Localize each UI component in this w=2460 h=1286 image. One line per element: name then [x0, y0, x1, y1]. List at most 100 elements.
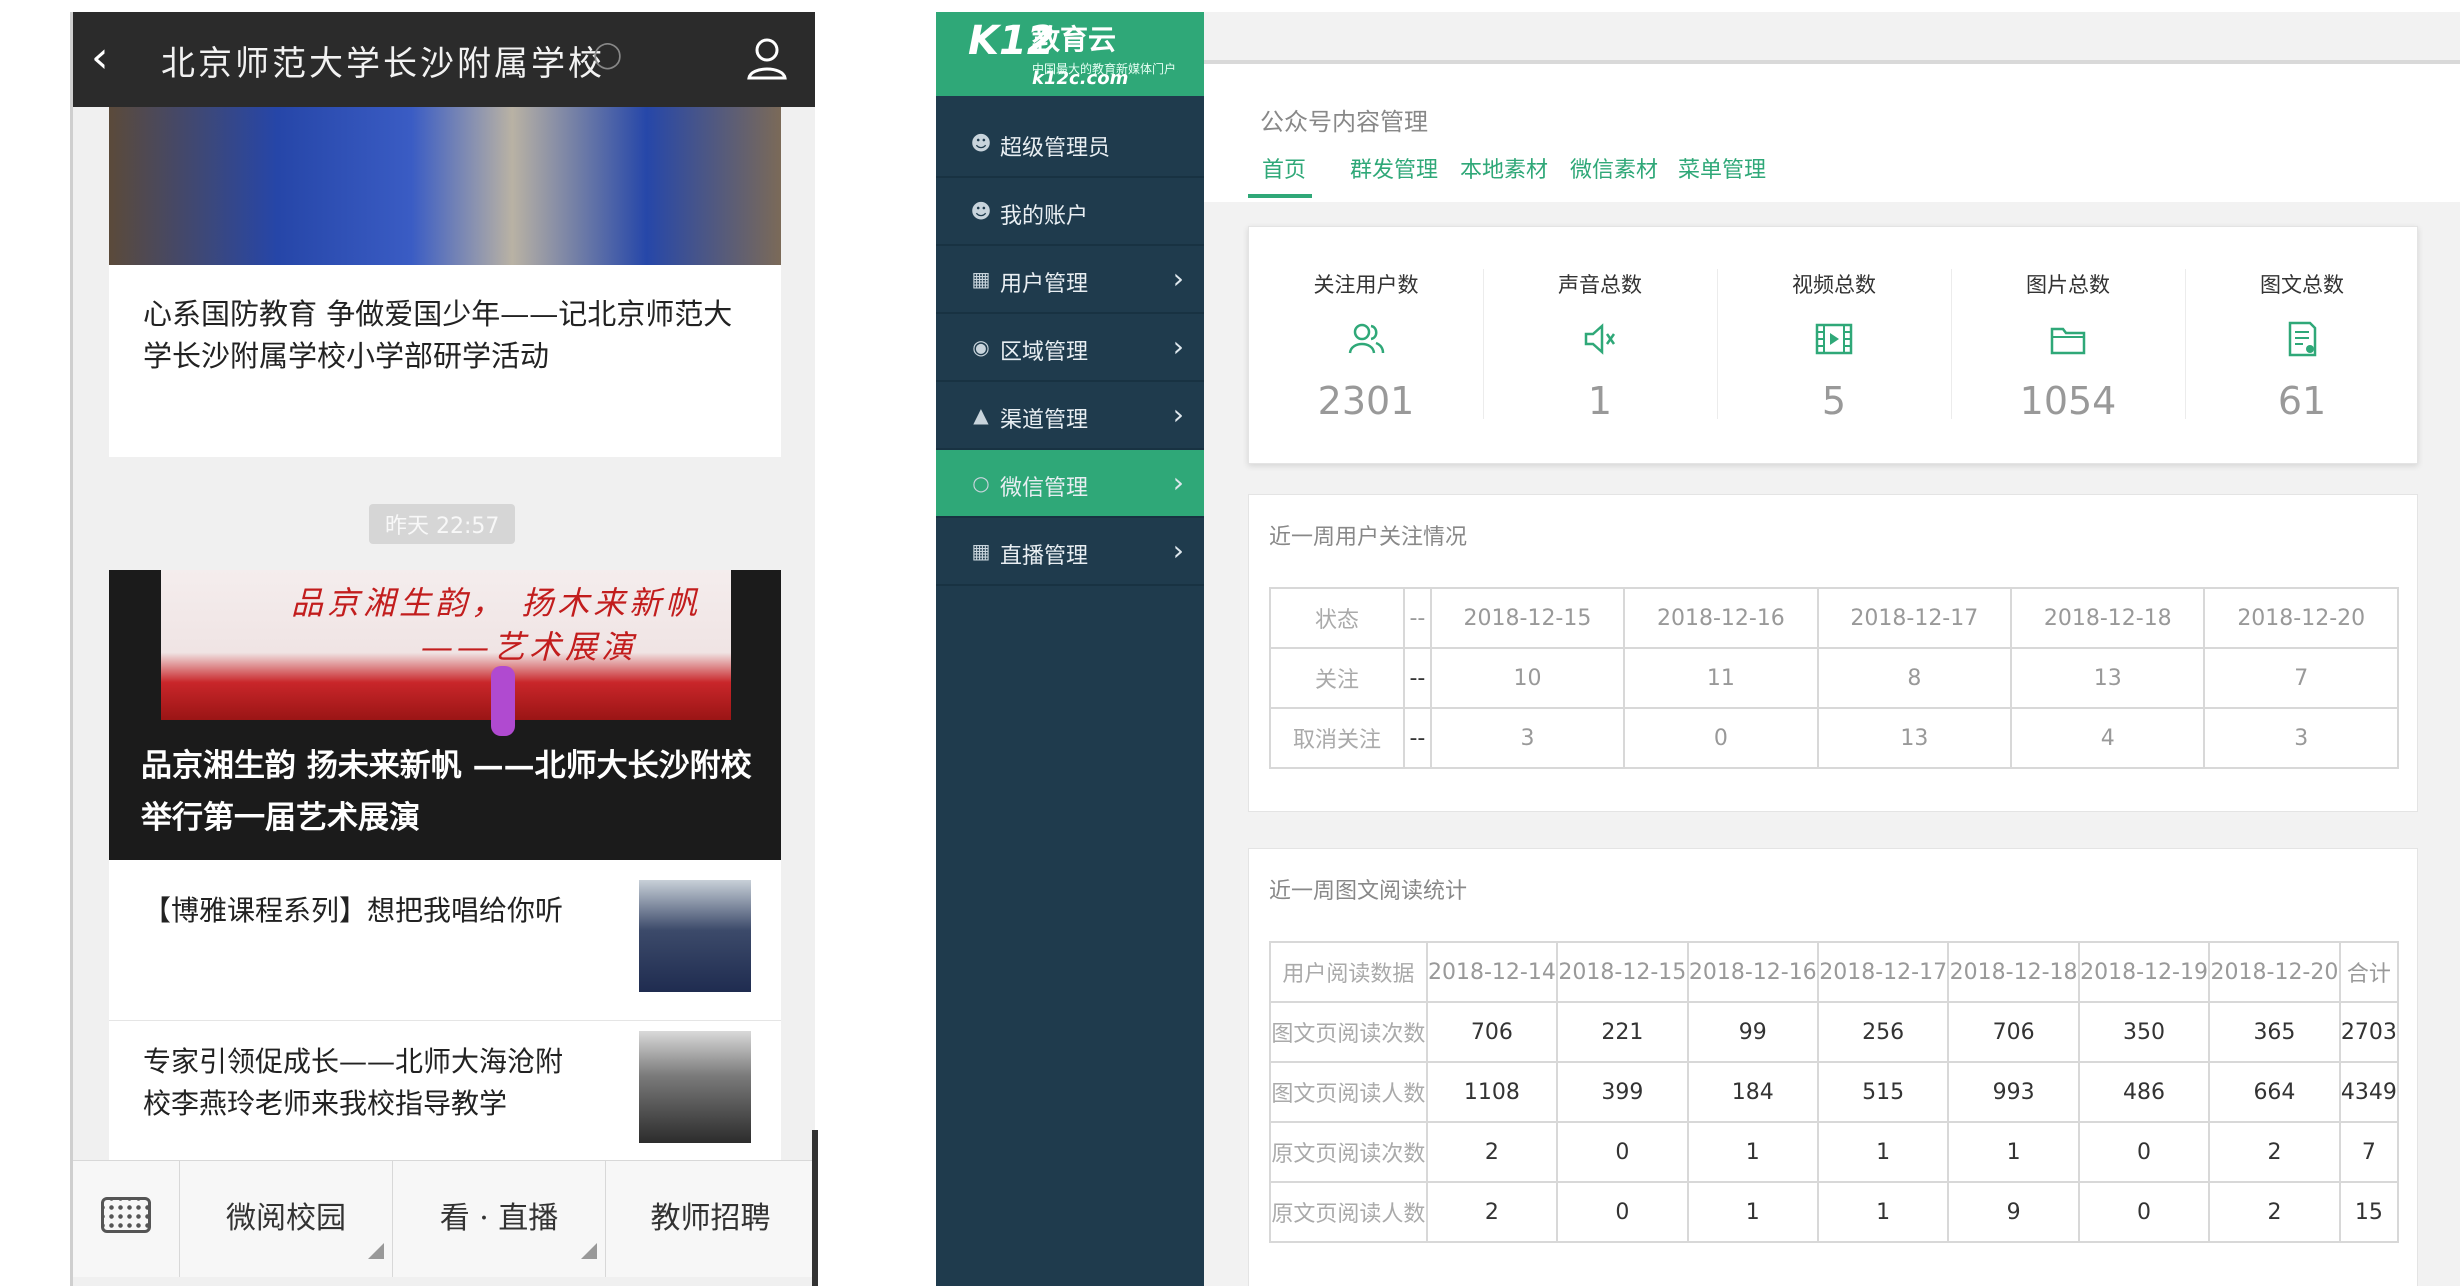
table-cell: 0 — [1556, 1181, 1689, 1243]
page-title: 公众号内容管理 — [1260, 108, 1428, 136]
users-icon — [1348, 323, 1385, 354]
table-cell: 486 — [2077, 1061, 2211, 1123]
stat-video: 视频总数 5 — [1792, 273, 1876, 423]
grid-icon: ▦ — [971, 267, 991, 291]
list-item[interactable]: 【博雅课程系列】想把我唱给你听 — [109, 870, 781, 1020]
account-menu-bar: 微阅校园 看 · 直播 教师招聘 — [73, 1160, 815, 1277]
table-cell: 9 — [1947, 1181, 2080, 1243]
tab-mass-send[interactable]: 群发管理 — [1350, 152, 1438, 184]
table-row: 原文页阅读人数 2 0 1 1 9 0 2 15 — [1269, 1181, 2400, 1243]
table-cell: 706 — [1947, 1001, 2080, 1063]
menu-tab-recruit[interactable]: 教师招聘 — [606, 1161, 815, 1277]
table-cell: 0 — [2077, 1181, 2211, 1243]
sidebar-item-super-admin[interactable]: ☻ 超级管理员 — [936, 110, 1204, 178]
stat-articles: 图文总数 61 — [2260, 273, 2344, 423]
tab-menu-management[interactable]: 菜单管理 — [1678, 152, 1766, 184]
article-card[interactable]: 心系国防教育 争做爱国少年——记北京师范大学长沙附属学校小学部研学活动 — [109, 107, 781, 457]
logo-name: 教育云 k12c.com — [1032, 23, 1129, 89]
keyboard-toggle-button[interactable] — [73, 1161, 180, 1277]
sidebar: K12 教育云 k12c.com 中国最大的教育新媒体门户 ☻ 超级管理员 ☻ … — [936, 12, 1204, 1286]
table-cell: 2 — [2208, 1121, 2341, 1183]
column-header: 合计 — [2338, 941, 2400, 1003]
table-cell: 664 — [2208, 1061, 2341, 1123]
reading-table: 用户阅读数据 2018-12-14 2018-12-15 2018-12-16 … — [1269, 941, 2400, 1243]
list-item-title: 【博雅课程系列】想把我唱给你听 — [143, 894, 564, 927]
section-title: 近一周图文阅读统计 — [1269, 879, 1468, 904]
table-cell: 3 — [1429, 707, 1626, 769]
submenu-indicator-icon — [581, 1243, 597, 1259]
timestamp-badge: 昨天 22:57 — [369, 504, 516, 544]
column-header: 2018-12-15 — [1429, 587, 1626, 649]
weekly-follow-panel: 近一周用户关注情况 状态 -- 2018-12-15 2018-12-16 20… — [1248, 494, 2418, 812]
folder-icon — [2050, 327, 2086, 355]
table-cell: 2703 — [2338, 1001, 2400, 1063]
table-row: 图文页阅读人数 1108 399 184 515 993 486 664 434… — [1269, 1061, 2400, 1123]
table-cell: 1 — [1947, 1121, 2080, 1183]
column-header: 用户阅读数据 — [1269, 941, 1428, 1003]
wechat-phone-screen: ‹ 北京师范大学长沙附属学校 ◯ 心系国防教育 争做爱国少年——记北京师范大学长… — [70, 12, 815, 1286]
tab-wechat-assets[interactable]: 微信素材 — [1570, 152, 1658, 184]
table-cell: 2 — [2208, 1181, 2341, 1243]
table-cell: 1108 — [1425, 1061, 1559, 1123]
stats-panel: 关注用户数 2301 声音总数 1 视频总数 5 图片总数 1054 图文总数 … — [1248, 226, 2418, 464]
table-cell: 0 — [2077, 1121, 2211, 1183]
column-header: 2018-12-16 — [1686, 941, 1819, 1003]
article-group-card: 品京湘生韵， 扬木来新帆 ——艺术展演 品京湘生韵 扬未来新帆 ——北师大长沙附… — [109, 570, 781, 1190]
sidebar-item-my-account[interactable]: ☻ 我的账户 — [936, 178, 1204, 246]
table-cell: 8 — [1816, 647, 2013, 709]
tab-home[interactable]: 首页 — [1262, 152, 1306, 184]
user-icon[interactable] — [741, 32, 793, 84]
table-row: 关注 -- 10 11 8 13 7 — [1268, 647, 2399, 709]
chevron-left-icon[interactable]: ‹ — [91, 32, 109, 83]
row-label: 关注 — [1268, 647, 1406, 709]
table-cell: -- — [1403, 647, 1432, 709]
verified-icon: ◯ — [593, 40, 623, 70]
column-header: 2018-12-17 — [1816, 941, 1950, 1003]
column-header: 2018-12-18 — [2010, 587, 2206, 649]
column-header: -- — [1403, 587, 1432, 649]
sidebar-item-regions[interactable]: ◉ 区域管理 › — [936, 314, 1204, 382]
list-item-thumbnail — [639, 880, 751, 992]
tab-local-assets[interactable]: 本地素材 — [1460, 152, 1548, 184]
person-icon: ☻ — [970, 131, 992, 155]
column-header: 2018-12-18 — [1947, 941, 2080, 1003]
table-cell: 13 — [1816, 707, 2013, 769]
logo-slogan: 中国最大的教育新媒体门户 — [1032, 62, 1177, 76]
sidebar-item-wechat[interactable]: ○ 微信管理 › — [936, 450, 1204, 518]
menu-tab-campus[interactable]: 微阅校园 — [180, 1161, 393, 1277]
phone-edge — [812, 1130, 818, 1286]
table-cell: 1 — [1686, 1181, 1819, 1243]
table-cell: 399 — [1556, 1061, 1689, 1123]
column-header: 2018-12-19 — [2077, 941, 2211, 1003]
sidebar-item-channels[interactable]: ▲ 渠道管理 › — [936, 382, 1204, 450]
stat-followers: 关注用户数 2301 — [1313, 273, 1419, 423]
banner-text: 品京湘生韵， 扬木来新帆 — [291, 584, 702, 622]
grid-icon: ▦ — [971, 539, 991, 563]
banner-subtext: ——艺术展演 — [421, 628, 638, 666]
person-icon: ☻ — [970, 199, 992, 223]
table-cell: 706 — [1425, 1001, 1559, 1063]
menu-tab-live[interactable]: 看 · 直播 — [393, 1161, 606, 1277]
wechat-icon: ○ — [972, 471, 990, 495]
article-cover-image[interactable]: 品京湘生韵， 扬木来新帆 ——艺术展演 品京湘生韵 扬未来新帆 ——北师大长沙附… — [109, 570, 781, 860]
table-cell: 10 — [1429, 647, 1626, 709]
account-title: 北京师范大学长沙附属学校 — [161, 44, 605, 84]
table-cell: 4 — [2010, 707, 2206, 769]
logo[interactable]: K12 教育云 k12c.com 中国最大的教育新媒体门户 — [936, 12, 1204, 96]
chevron-right-icon: › — [1172, 534, 1184, 567]
sidebar-item-users[interactable]: ▦ 用户管理 › — [936, 246, 1204, 314]
list-item-thumbnail — [639, 1031, 751, 1143]
chevron-right-icon: › — [1172, 262, 1184, 295]
table-header-row: 用户阅读数据 2018-12-14 2018-12-15 2018-12-16 … — [1269, 941, 2400, 1003]
menu-tab-label: 看 · 直播 — [439, 1201, 559, 1236]
page-header: 公众号内容管理 首页 群发管理 本地素材 微信素材 菜单管理 — [1204, 64, 2460, 202]
menu-tab-label: 微阅校园 — [226, 1201, 346, 1236]
article-title: 心系国防教育 争做爱国少年——记北京师范大学长沙附属学校小学部研学活动 — [143, 297, 733, 373]
table-cell: 350 — [2077, 1001, 2211, 1063]
table-cell: 99 — [1686, 1001, 1819, 1063]
table-row: 取消关注 -- 3 0 13 4 3 — [1268, 707, 2399, 769]
list-item[interactable]: 专家引领促成长——北师大海沧附校李燕玲老师来我校指导教学 — [109, 1020, 781, 1171]
table-cell: 184 — [1686, 1061, 1819, 1123]
document-icon — [2288, 321, 2317, 357]
sidebar-item-live[interactable]: ▦ 直播管理 › — [936, 518, 1204, 586]
